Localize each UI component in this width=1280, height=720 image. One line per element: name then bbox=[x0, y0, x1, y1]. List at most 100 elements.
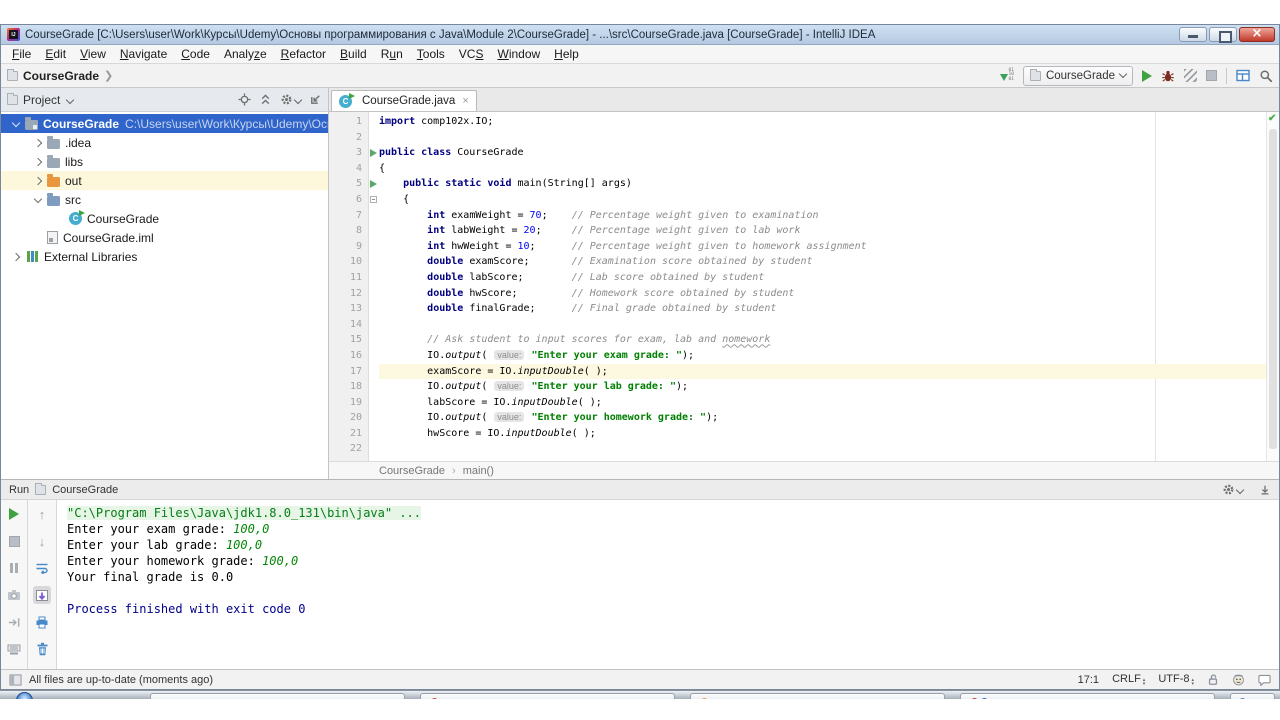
toolwindow-toggle-icon[interactable] bbox=[9, 674, 22, 686]
tree-item-libs[interactable]: libs bbox=[1, 152, 328, 171]
code-text[interactable]: IO.output( value: "Enter your lab grade:… bbox=[379, 379, 1266, 395]
tab-coursegrade-java[interactable]: C CourseGrade.java × bbox=[331, 90, 477, 111]
gear-icon[interactable] bbox=[280, 93, 301, 106]
expander-closed-icon[interactable] bbox=[31, 155, 45, 169]
expander-closed-icon[interactable] bbox=[9, 250, 23, 264]
code-text[interactable]: { bbox=[379, 192, 1266, 208]
tree-item-coursegrade[interactable]: CCourseGrade bbox=[1, 209, 328, 228]
menu-window[interactable]: Window bbox=[490, 46, 547, 62]
rerun-icon[interactable] bbox=[5, 505, 23, 523]
menu-help[interactable]: Help bbox=[547, 46, 586, 62]
tab-close-icon[interactable]: × bbox=[462, 95, 468, 107]
windows-taskbar[interactable] bbox=[0, 690, 1280, 699]
soft-wrap-icon[interactable] bbox=[33, 559, 51, 577]
encoding-select[interactable]: UTF-8▴▾ bbox=[1158, 673, 1194, 686]
tree-item-external-libraries[interactable]: External Libraries bbox=[1, 247, 328, 266]
menu-run[interactable]: Run bbox=[374, 46, 410, 62]
menu-edit[interactable]: Edit bbox=[38, 46, 73, 62]
code-text[interactable]: labScore = IO.inputDouble( ); bbox=[379, 395, 1266, 411]
expander-open-icon[interactable] bbox=[31, 193, 45, 207]
code-text[interactable]: hwScore = IO.inputDouble( ); bbox=[379, 426, 1266, 442]
start-orb-icon[interactable] bbox=[16, 692, 33, 699]
run-with-coverage-button[interactable] bbox=[1184, 69, 1197, 82]
code-text[interactable]: double examScore; // Examination score o… bbox=[379, 254, 1266, 270]
hector-face-icon[interactable] bbox=[1232, 673, 1245, 686]
code-text[interactable]: // Ask student to input scores for exam,… bbox=[379, 332, 1266, 348]
code-text[interactable]: IO.output( value: "Enter your exam grade… bbox=[379, 348, 1266, 364]
menu-file[interactable]: File bbox=[5, 46, 38, 62]
menu-build[interactable]: Build bbox=[333, 46, 374, 62]
sort-icon[interactable]: 011001 bbox=[1000, 69, 1014, 83]
collapse-all-icon[interactable] bbox=[259, 93, 272, 106]
taskbar-button[interactable] bbox=[960, 693, 1215, 699]
run-panel-title[interactable]: Run bbox=[9, 484, 29, 496]
run-gutter-icon[interactable] bbox=[370, 149, 377, 157]
tree-item--idea[interactable]: .idea bbox=[1, 133, 328, 152]
close-button[interactable] bbox=[1239, 27, 1275, 42]
maximize-button[interactable] bbox=[1209, 27, 1237, 42]
code-text[interactable]: double finalGrade; // Final grade obtain… bbox=[379, 301, 1266, 317]
menu-tools[interactable]: Tools bbox=[410, 46, 452, 62]
camera-icon[interactable] bbox=[5, 586, 23, 604]
code-text[interactable]: import comp102x.IO; bbox=[379, 114, 1266, 130]
breadcrumb-method[interactable]: main() bbox=[463, 465, 494, 477]
exit-icon[interactable] bbox=[5, 613, 23, 631]
code-text[interactable]: int labWeight = 20; // Percentage weight… bbox=[379, 223, 1266, 239]
code-text[interactable]: public class CourseGrade bbox=[379, 145, 1266, 161]
print-icon[interactable] bbox=[33, 613, 51, 631]
tree-item-out[interactable]: out bbox=[1, 171, 328, 190]
pause-output-icon[interactable] bbox=[5, 559, 23, 577]
project-view-chevron-icon[interactable] bbox=[66, 95, 74, 103]
fold-gutter-icon[interactable] bbox=[370, 196, 377, 203]
taskbar-button[interactable] bbox=[420, 693, 675, 699]
run-hide-icon[interactable] bbox=[1259, 484, 1271, 496]
hide-panel-icon[interactable] bbox=[309, 93, 322, 106]
code-editor[interactable]: 1import comp102x.IO;23public class Cours… bbox=[329, 112, 1279, 461]
event-bubble-icon[interactable] bbox=[1258, 674, 1271, 686]
menu-refactor[interactable]: Refactor bbox=[274, 46, 333, 62]
locate-icon[interactable] bbox=[238, 93, 251, 106]
down-arrow-icon[interactable]: ↓ bbox=[33, 532, 51, 550]
tree-item-coursegrade-iml[interactable]: CourseGrade.iml bbox=[1, 228, 328, 247]
editor-scrollbar[interactable]: ✔ bbox=[1266, 112, 1279, 461]
code-text[interactable]: double hwScore; // Homework score obtain… bbox=[379, 286, 1266, 302]
run-button[interactable] bbox=[1142, 70, 1152, 82]
menu-analyze[interactable]: Analyze bbox=[217, 46, 274, 62]
code-text[interactable] bbox=[379, 130, 1266, 146]
taskbar-button[interactable] bbox=[150, 693, 405, 699]
code-text[interactable]: double labScore; // Lab score obtained b… bbox=[379, 270, 1266, 286]
taskbar-button[interactable] bbox=[1230, 693, 1275, 699]
stop-icon[interactable] bbox=[5, 532, 23, 550]
taskbar-button[interactable] bbox=[690, 693, 945, 699]
code-text[interactable]: { bbox=[379, 161, 1266, 177]
stop-button[interactable] bbox=[1206, 70, 1217, 81]
menu-navigate[interactable]: Navigate bbox=[113, 46, 174, 62]
breadcrumb-class[interactable]: CourseGrade bbox=[379, 465, 445, 477]
project-structure-button[interactable] bbox=[1236, 69, 1250, 82]
line-separator-select[interactable]: CRLF▴▾ bbox=[1112, 673, 1145, 686]
tree-item-coursegrade[interactable]: CourseGradeC:\Users\user\Work\Курсы\Udem… bbox=[1, 114, 328, 133]
menu-code[interactable]: Code bbox=[174, 46, 217, 62]
menu-vcs[interactable]: VCS bbox=[452, 46, 491, 62]
scrollbar-thumb[interactable] bbox=[1269, 129, 1277, 449]
menu-view[interactable]: View bbox=[73, 46, 113, 62]
run-gear-icon[interactable] bbox=[1222, 483, 1243, 496]
run-tab-label[interactable]: CourseGrade bbox=[52, 484, 118, 496]
expander-closed-icon[interactable] bbox=[31, 174, 45, 188]
code-text[interactable]: examScore = IO.inputDouble( ); bbox=[379, 364, 1266, 380]
minimize-button[interactable] bbox=[1179, 27, 1207, 42]
expander-open-icon[interactable] bbox=[9, 117, 23, 131]
run-console[interactable]: "C:\Program Files\Java\jdk1.8.0_131\bin\… bbox=[57, 500, 1279, 669]
code-text[interactable] bbox=[379, 441, 1266, 457]
code-text[interactable]: IO.output( value: "Enter your homework g… bbox=[379, 410, 1266, 426]
search-everywhere-button[interactable] bbox=[1259, 69, 1273, 83]
code-text[interactable]: int hwWeight = 10; // Percentage weight … bbox=[379, 239, 1266, 255]
caret-position[interactable]: 17:1 bbox=[1078, 674, 1099, 686]
tree-item-src[interactable]: src bbox=[1, 190, 328, 209]
code-text[interactable]: public static void main(String[] args) bbox=[379, 176, 1266, 192]
expander-closed-icon[interactable] bbox=[31, 136, 45, 150]
run-gutter-icon[interactable] bbox=[370, 180, 377, 188]
navbar-breadcrumb[interactable]: CourseGrade bbox=[23, 69, 99, 83]
lock-open-icon[interactable] bbox=[1207, 673, 1219, 686]
code-text[interactable]: int examWeight = 70; // Percentage weigh… bbox=[379, 208, 1266, 224]
